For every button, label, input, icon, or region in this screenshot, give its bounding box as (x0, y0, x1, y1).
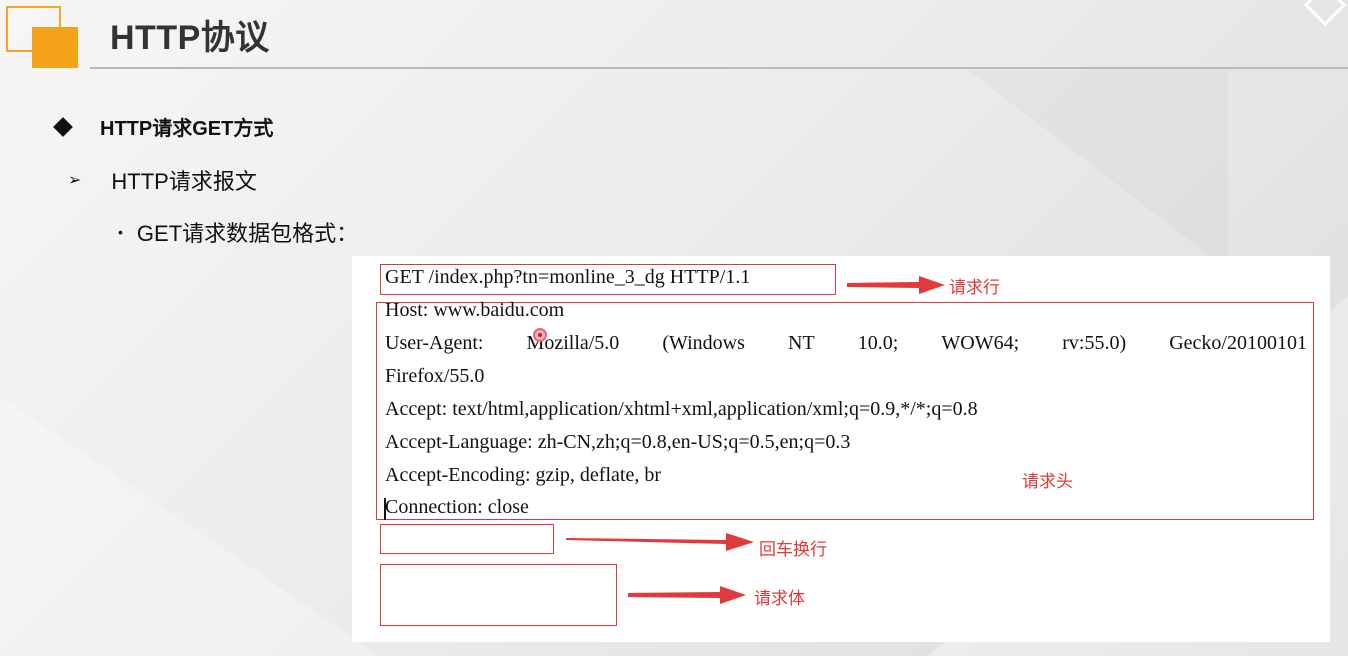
ua-token: User-Agent: (385, 332, 484, 354)
annotation-request-body: 请求体 (754, 589, 805, 609)
header-accept: Accept: text/html,application/xhtml+xml,… (385, 398, 978, 420)
bullet-level-1: HTTP请求GET方式 (53, 112, 274, 141)
bullet-text: HTTP请求GET方式 (100, 118, 274, 140)
ua-token: (Windows (662, 332, 745, 354)
header-user-agent-continuation: Firefox/55.0 (385, 365, 485, 387)
annotation-request-line: 请求行 (949, 278, 1000, 298)
request-format-figure: GET /index.php?tn=monline_3_dg HTTP/1.1 … (352, 256, 1330, 642)
background-facet (968, 70, 1228, 270)
diamond-bullet-icon (53, 116, 73, 137)
arrow-right-icon (847, 276, 945, 294)
annotation-crlf: 回车换行 (759, 540, 827, 560)
ua-token: WOW64; (941, 332, 1020, 354)
ua-token: NT (788, 332, 815, 354)
request-line: GET /index.php?tn=monline_3_dg HTTP/1.1 (385, 266, 751, 288)
dot-bullet-icon: • (118, 224, 123, 240)
bullet-level-3: • GET请求数据包格式： (118, 216, 358, 248)
ua-token: rv:55.0) (1062, 332, 1127, 354)
arrow-right-icon (566, 533, 754, 551)
header-accept-language: Accept-Language: zh-CN,zh;q=0.8,en-US;q=… (385, 431, 851, 453)
header-host: Host: www.baidu.com (385, 299, 565, 321)
annotation-request-headers: 请求头 (1022, 472, 1073, 492)
mouse-pointer-icon (533, 328, 547, 342)
header-user-agent: User-Agent: Mozilla/5.0 (Windows NT 10.0… (385, 332, 1307, 355)
arrow-right-icon (628, 586, 746, 604)
ua-token: Gecko/20100101 (1169, 332, 1307, 354)
title-divider (90, 67, 1348, 69)
ua-token: 10.0; (857, 332, 899, 354)
bullet-level-2: ➢ HTTP请求报文 (68, 164, 257, 196)
corner-decoration (1303, 0, 1347, 27)
logo-filled-square (32, 27, 78, 68)
background-facet (0, 396, 380, 656)
bullet-text: GET请求数据包格式： (136, 221, 359, 246)
request-body-box (380, 564, 617, 626)
crlf-box (380, 524, 554, 554)
header-connection: Connection: close (385, 496, 529, 518)
bullet-text: HTTP请求报文 (111, 169, 257, 194)
slide-title: HTTP协议 (110, 19, 270, 57)
arrowhead-bullet-icon: ➢ (68, 172, 82, 189)
header-accept-encoding: Accept-Encoding: gzip, deflate, br (385, 464, 661, 486)
